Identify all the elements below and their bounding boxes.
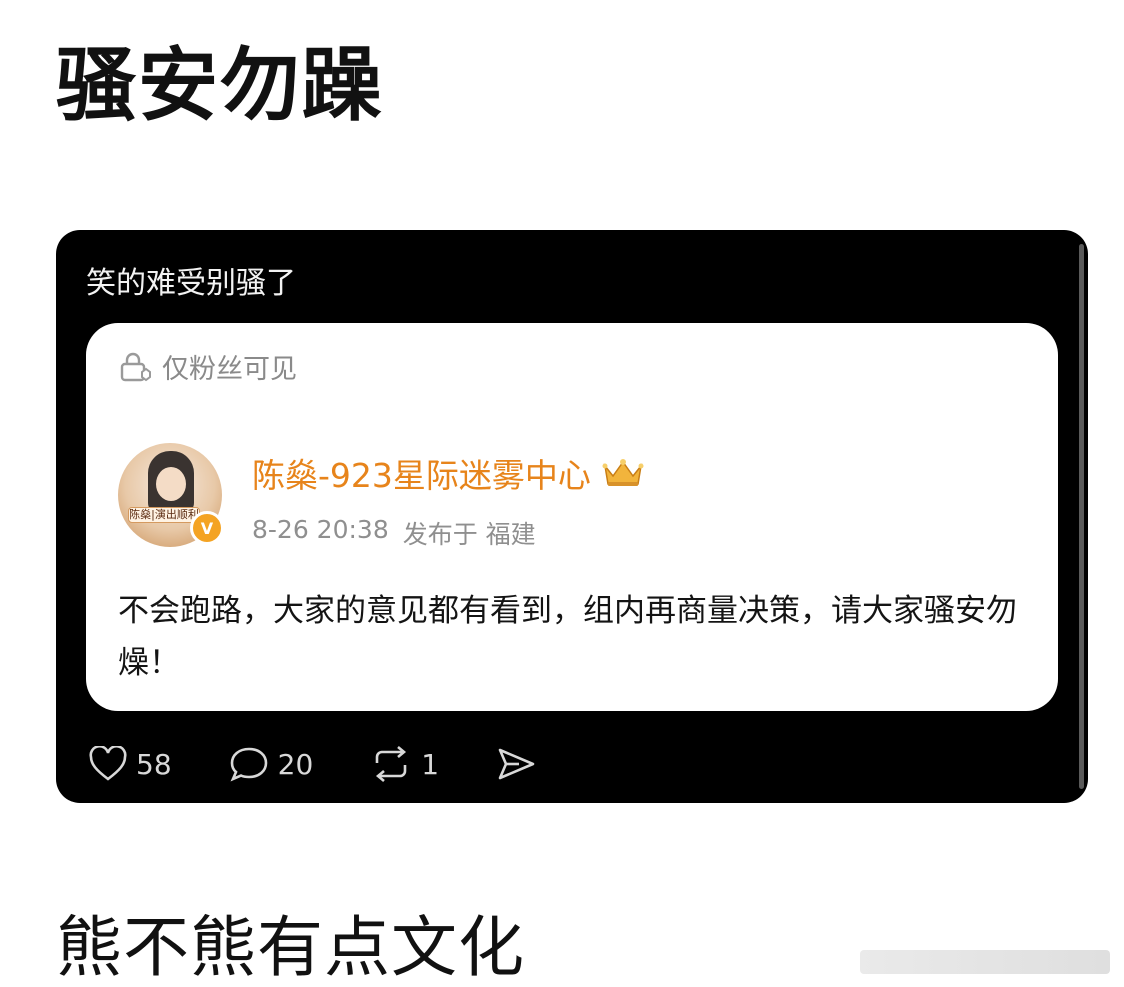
watermark [860, 950, 1110, 974]
quoted-post[interactable]: 仅粉丝可见 陈燊|演出顺利 V 陈燊-923星际迷雾中心 8-26 20:38 … [86, 323, 1058, 711]
share-icon [495, 745, 537, 783]
repost-icon [369, 745, 413, 783]
avatar-badge-text: 陈燊|演出顺利 [128, 507, 200, 523]
avatar[interactable]: 陈燊|演出顺利 V [118, 443, 224, 547]
scrollbar[interactable] [1079, 244, 1084, 789]
lock-icon [118, 350, 152, 384]
like-button[interactable]: 58 [88, 746, 172, 782]
author-name[interactable]: 陈燊-923星际迷雾中心 [252, 449, 591, 497]
visibility-label: 仅粉丝可见 [118, 347, 297, 386]
action-bar: 58 20 1 [88, 745, 593, 783]
bottom-caption: 熊不熊有点文化 [56, 909, 525, 986]
post-text: 不会跑路，大家的意见都有看到，组内再商量决策，请大家骚安勿燥！ [118, 593, 1017, 681]
comment-button[interactable]: 20 [228, 745, 314, 783]
avatar-face [156, 467, 186, 501]
share-button[interactable] [495, 745, 537, 783]
heart-icon [88, 746, 128, 782]
author-info: 陈燊-923星际迷雾中心 8-26 20:38 发布于 福建 [252, 449, 645, 551]
author-row: 陈燊|演出顺利 V 陈燊-923星际迷雾中心 8-26 20:38 发布于 福建 [118, 443, 645, 551]
repost-button[interactable]: 1 [369, 745, 439, 783]
comment-icon [228, 745, 270, 783]
post-caption: 笑的难受别骚了 [86, 266, 296, 301]
crown-icon [601, 456, 645, 490]
visibility-text: 仅粉丝可见 [162, 354, 297, 385]
post-meta: 8-26 20:38 发布于 福建 [252, 515, 645, 551]
repost-count: 1 [421, 747, 440, 781]
headline: 骚安勿躁 [56, 39, 384, 132]
author-name-row[interactable]: 陈燊-923星际迷雾中心 [252, 449, 645, 497]
post-card: 笑的难受别骚了 仅粉丝可见 陈燊|演出顺利 V 陈燊-923星际迷雾中心 8-2… [56, 230, 1088, 803]
post-location: 发布于 福建 [402, 520, 536, 549]
verified-badge-icon: V [190, 511, 224, 545]
like-count: 58 [136, 747, 172, 781]
comment-count: 20 [277, 747, 314, 781]
post-time: 8-26 20:38 [252, 515, 389, 544]
